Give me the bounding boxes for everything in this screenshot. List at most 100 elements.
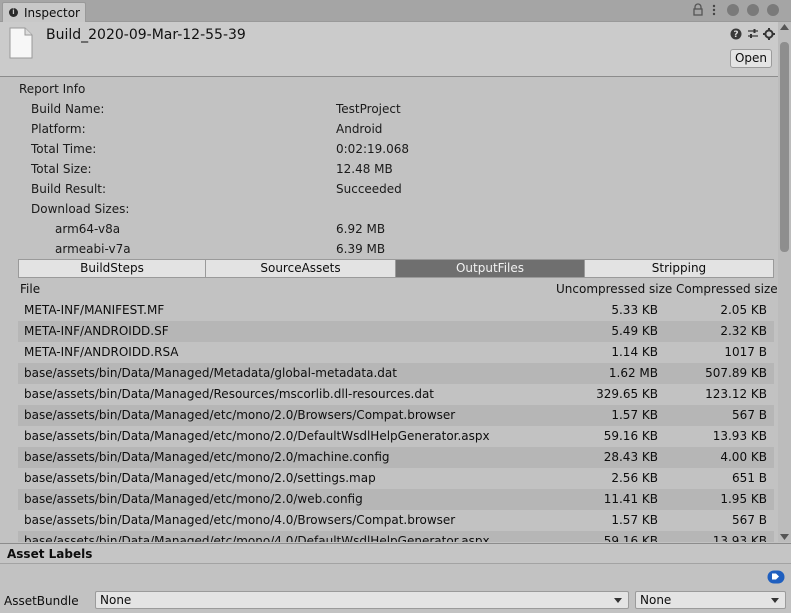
preset-icon[interactable] xyxy=(747,28,759,40)
minimize-button[interactable] xyxy=(727,4,739,16)
info-icon: i xyxy=(9,8,18,17)
table-row[interactable]: base/assets/bin/Data/Managed/Resources/m… xyxy=(18,384,774,405)
uncompressed-size-cell: 28.43 KB xyxy=(603,450,658,464)
tab-label: Inspector xyxy=(24,6,80,20)
column-header-file[interactable]: File xyxy=(20,282,40,296)
compressed-size-cell: 567 B xyxy=(732,408,767,422)
download-label-armeabi: armeabi-v7a xyxy=(55,242,131,256)
svg-text:?: ? xyxy=(733,30,738,40)
compressed-size-cell: 13.93 KB xyxy=(712,429,767,443)
close-button[interactable] xyxy=(767,4,779,16)
table-row[interactable]: base/assets/bin/Data/Managed/etc/mono/2.… xyxy=(18,405,774,426)
file-name-cell: base/assets/bin/Data/Managed/etc/mono/4.… xyxy=(24,513,456,527)
assetbundle-label: AssetBundle xyxy=(4,594,79,608)
table-row[interactable]: META-INF/MANIFEST.MF 5.33 KB 2.05 KB xyxy=(18,300,774,321)
uncompressed-size-cell: 329.65 KB xyxy=(596,387,658,401)
assetbundle-variant-dropdown[interactable]: None xyxy=(635,591,786,609)
uncompressed-size-cell: 11.41 KB xyxy=(603,492,658,506)
tab-sourceassets[interactable]: SourceAssets xyxy=(206,260,396,277)
field-value-build-result: Succeeded xyxy=(336,182,402,196)
uncompressed-size-cell: 5.49 KB xyxy=(611,324,658,338)
uncompressed-size-cell: 1.57 KB xyxy=(611,408,658,422)
maximize-button[interactable] xyxy=(747,4,759,16)
table-row[interactable]: base/assets/bin/Data/Managed/etc/mono/4.… xyxy=(18,531,774,542)
table-row[interactable]: base/assets/bin/Data/Managed/etc/mono/2.… xyxy=(18,468,774,489)
column-header-compressed[interactable]: Compressed size xyxy=(676,282,778,296)
file-icon xyxy=(9,27,33,59)
table-row[interactable]: base/assets/bin/Data/Managed/etc/mono/2.… xyxy=(18,447,774,468)
field-value-total-time: 0:02:19.068 xyxy=(336,142,409,156)
scrollbar[interactable] xyxy=(778,22,791,542)
table-row[interactable]: META-INF/ANDROIDD.SF 5.49 KB 2.32 KB xyxy=(18,321,774,342)
field-value-platform: Android xyxy=(336,122,383,136)
chevron-down-icon xyxy=(771,598,779,603)
field-label-build-result: Build Result: xyxy=(31,182,107,196)
download-label-arm64: arm64-v8a xyxy=(55,222,121,236)
help-icon[interactable]: ? xyxy=(730,28,742,40)
asset-labels-title: Asset Labels xyxy=(7,547,93,561)
column-header-uncompressed[interactable]: Uncompressed size xyxy=(556,282,672,296)
lock-icon[interactable] xyxy=(693,3,703,16)
file-name-cell: base/assets/bin/Data/Managed/Resources/m… xyxy=(24,387,435,401)
compressed-size-cell: 1.95 KB xyxy=(720,492,767,506)
compressed-size-cell: 1017 B xyxy=(724,345,767,359)
file-name-cell: base/assets/bin/Data/Managed/Metadata/gl… xyxy=(24,366,397,380)
uncompressed-size-cell: 59.16 KB xyxy=(603,429,658,443)
file-name-cell: base/assets/bin/Data/Managed/etc/mono/2.… xyxy=(24,492,363,506)
report-info-title: Report Info xyxy=(19,82,86,96)
file-name-cell: META-INF/ANDROIDD.SF xyxy=(24,324,169,338)
uncompressed-size-cell: 2.56 KB xyxy=(611,471,658,485)
table-row[interactable]: base/assets/bin/Data/Managed/etc/mono/2.… xyxy=(18,489,774,510)
assetbundle-value: None xyxy=(100,593,132,607)
menu-icon[interactable] xyxy=(710,4,718,16)
file-name-cell: META-INF/MANIFEST.MF xyxy=(24,303,165,317)
field-label-download-sizes: Download Sizes: xyxy=(31,202,130,216)
field-label-total-size: Total Size: xyxy=(31,162,92,176)
tab-stripping[interactable]: Stripping xyxy=(585,260,773,277)
table-row[interactable]: base/assets/bin/Data/Managed/etc/mono/2.… xyxy=(18,426,774,447)
gear-icon[interactable] xyxy=(763,28,775,40)
compressed-size-cell: 2.05 KB xyxy=(720,303,767,317)
file-name-cell: base/assets/bin/Data/Managed/etc/mono/2.… xyxy=(24,408,456,422)
table-row[interactable]: base/assets/bin/Data/Managed/Metadata/gl… xyxy=(18,363,774,384)
compressed-size-cell: 13.93 KB xyxy=(712,534,767,542)
compressed-size-cell: 4.00 KB xyxy=(720,450,767,464)
tab-buildsteps[interactable]: BuildSteps xyxy=(19,260,206,277)
assetbundle-variant-value: None xyxy=(640,593,672,607)
report-mode-toolbar: BuildSteps SourceAssets OutputFiles Stri… xyxy=(18,259,774,278)
compressed-size-cell: 651 B xyxy=(732,471,767,485)
file-name-cell: base/assets/bin/Data/Managed/etc/mono/4.… xyxy=(24,534,490,542)
asset-labels-area: AssetBundle None None xyxy=(0,564,791,613)
tab-inspector[interactable]: i Inspector xyxy=(2,2,86,22)
asset-labels-header[interactable]: Asset Labels xyxy=(0,543,791,564)
chevron-down-icon xyxy=(614,598,622,603)
field-label-platform: Platform: xyxy=(31,122,86,136)
file-name-cell: base/assets/bin/Data/Managed/etc/mono/2.… xyxy=(24,429,490,443)
uncompressed-size-cell: 1.14 KB xyxy=(611,345,658,359)
file-name-cell: base/assets/bin/Data/Managed/etc/mono/2.… xyxy=(24,450,390,464)
file-name-cell: META-INF/ANDROIDD.RSA xyxy=(24,345,179,359)
field-label-build-name: Build Name: xyxy=(31,102,105,116)
field-label-total-time: Total Time: xyxy=(31,142,97,156)
compressed-size-cell: 507.89 KB xyxy=(705,366,767,380)
tag-icon[interactable] xyxy=(767,570,785,584)
report-content: Report Info Build Name: TestProject Plat… xyxy=(0,77,778,542)
field-value-build-name: TestProject xyxy=(336,102,401,116)
scroll-down-arrow-icon[interactable] xyxy=(780,534,789,540)
download-value-arm64: 6.92 MB xyxy=(336,222,386,236)
compressed-size-cell: 567 B xyxy=(732,513,767,527)
table-row[interactable]: META-INF/ANDROIDD.RSA 1.14 KB 1017 B xyxy=(18,342,774,363)
download-value-armeabi: 6.39 MB xyxy=(336,242,386,256)
assetbundle-dropdown[interactable]: None xyxy=(95,591,629,609)
uncompressed-size-cell: 1.57 KB xyxy=(611,513,658,527)
open-button[interactable]: Open xyxy=(730,49,772,68)
compressed-size-cell: 2.32 KB xyxy=(720,324,767,338)
inspector-header: Build_2020-09-Mar-12-55-39 ? Open xyxy=(0,22,791,77)
field-value-total-size: 12.48 MB xyxy=(336,162,393,176)
table-row[interactable]: base/assets/bin/Data/Managed/etc/mono/4.… xyxy=(18,510,774,531)
scroll-thumb[interactable] xyxy=(780,42,789,252)
tab-outputfiles[interactable]: OutputFiles xyxy=(396,260,585,277)
scroll-up-arrow-icon[interactable] xyxy=(780,24,789,30)
compressed-size-cell: 123.12 KB xyxy=(705,387,767,401)
file-name-cell: base/assets/bin/Data/Managed/etc/mono/2.… xyxy=(24,471,376,485)
